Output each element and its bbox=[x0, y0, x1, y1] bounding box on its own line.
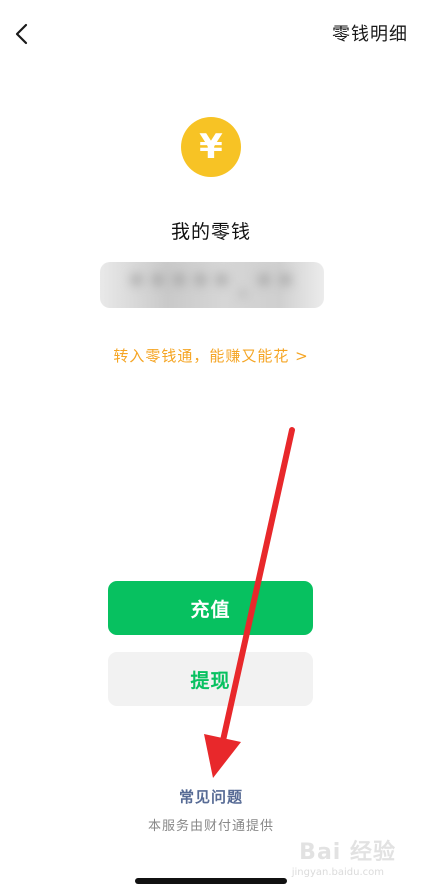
watermark-logo: Bai 经验 bbox=[299, 834, 396, 866]
top-bar: 零钱明细 bbox=[0, 0, 422, 70]
faq-link[interactable]: 常见问题 bbox=[0, 786, 422, 807]
coin-symbol: ¥ bbox=[199, 127, 223, 167]
withdraw-button[interactable]: 提现 bbox=[108, 652, 313, 706]
page-title: 我的零钱 bbox=[170, 221, 251, 243]
back-chevron-icon bbox=[15, 23, 28, 45]
balance-amount: *****.** bbox=[100, 262, 324, 308]
topup-button[interactable]: 充值 bbox=[108, 581, 313, 635]
back-button[interactable] bbox=[4, 14, 38, 54]
annotation-arrow-head bbox=[204, 734, 241, 778]
home-indicator[interactable] bbox=[135, 878, 287, 884]
balance-value: *****.** bbox=[126, 266, 298, 304]
yuan-coin-icon: ¥ bbox=[181, 117, 241, 177]
promo-link[interactable]: 转入零钱通，能赚又能花 > bbox=[0, 345, 422, 366]
change-details-link[interactable]: 零钱明细 bbox=[332, 20, 408, 46]
watermark-text: Bai 经验 bbox=[299, 840, 396, 865]
watermark-url: jingyan.baidu.com bbox=[291, 867, 384, 878]
provider-note: 本服务由财付通提供 bbox=[147, 819, 274, 834]
